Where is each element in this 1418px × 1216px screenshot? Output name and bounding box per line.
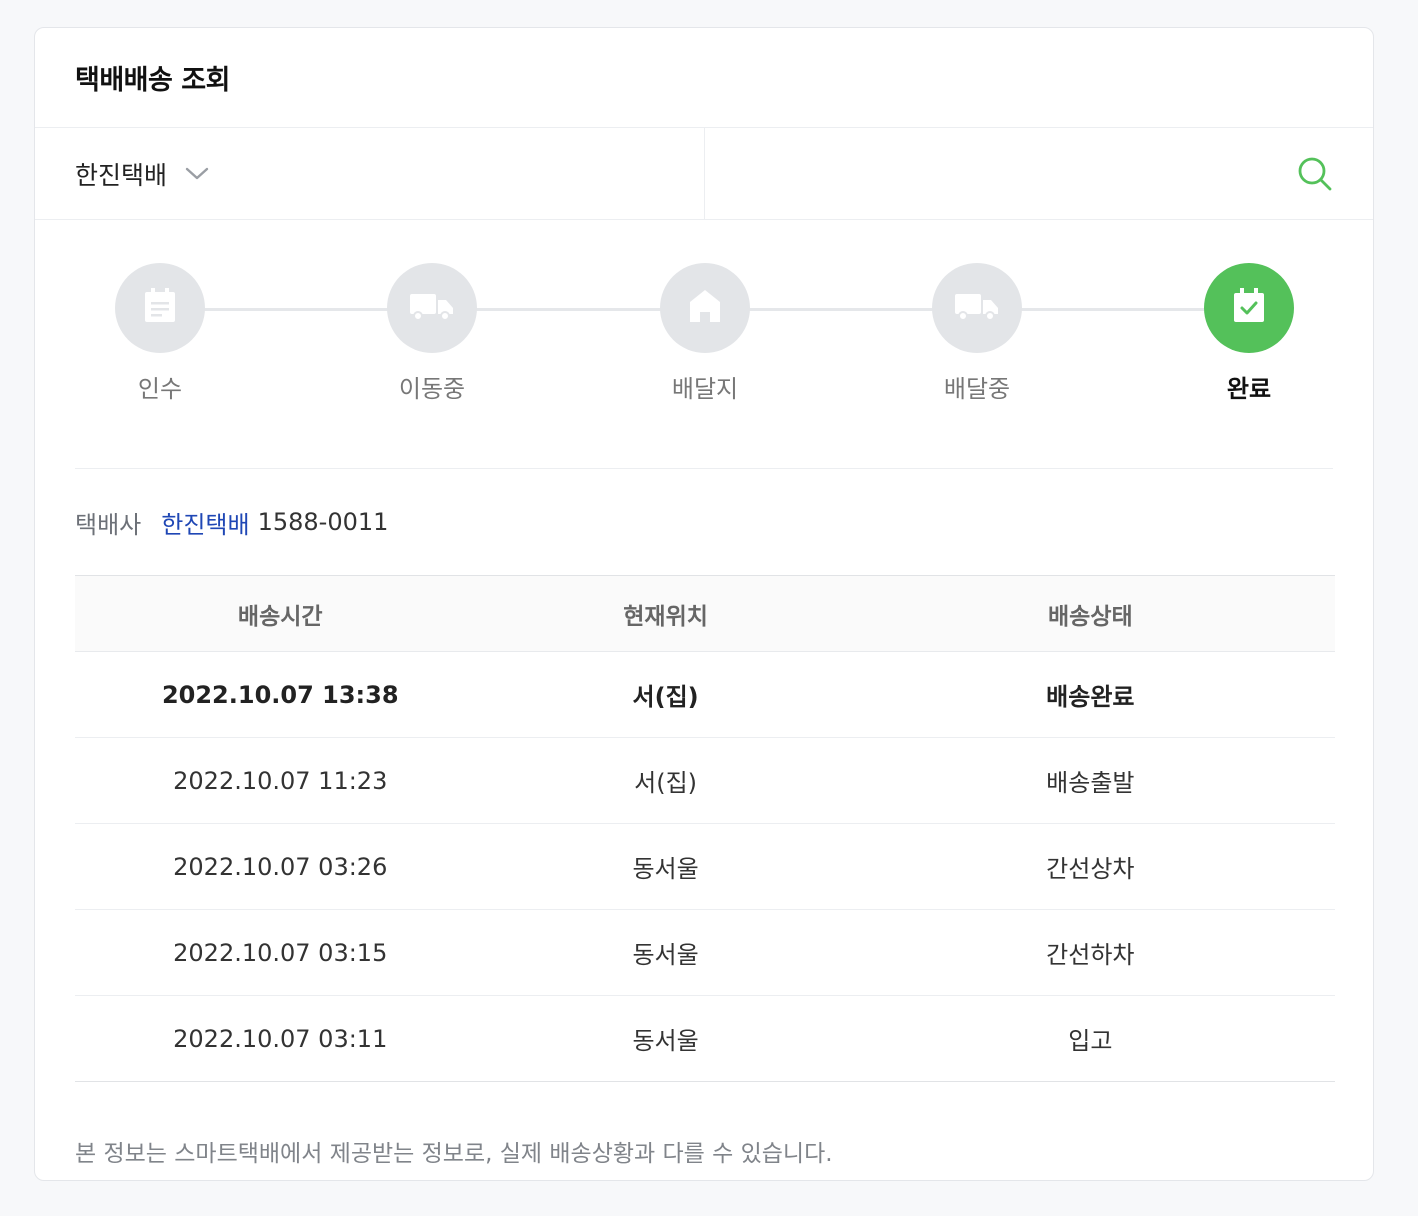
disclaimer-notice: 본 정보는 스마트택배에서 제공받는 정보로, 실제 배송상황과 다를 수 있습… xyxy=(75,1141,833,1167)
step-circle xyxy=(115,263,205,353)
truck-icon xyxy=(410,290,454,326)
cell-status: 간선하차 xyxy=(845,909,1335,996)
table-row: 2022.10.07 03:11 동서울 입고 xyxy=(75,996,1335,1082)
courier-info: 택배사 한진택배 1588-0011 xyxy=(75,469,1333,575)
calendar-check-icon xyxy=(1232,288,1266,328)
step-in-transit: 이동중 xyxy=(347,263,517,404)
search-row: 한진택배 xyxy=(35,128,1373,220)
carrier-dropdown[interactable]: 한진택배 xyxy=(35,128,705,219)
step-label: 인수 xyxy=(137,375,183,403)
column-header-location: 현재위치 xyxy=(485,575,846,652)
step-circle xyxy=(932,263,1022,353)
cell-time: 2022.10.07 13:38 xyxy=(75,651,486,738)
tracking-card: 택배배송 조회 한진택배 인수 이동중 배달지 배달중 완료 택배사 한진택배 … xyxy=(34,27,1374,1181)
courier-name-link[interactable]: 한진택배 xyxy=(161,505,249,540)
cell-location: 서(집) xyxy=(485,651,846,738)
step-received: 인수 xyxy=(75,263,245,404)
tracking-search-box xyxy=(705,128,1373,219)
cell-status: 간선상차 xyxy=(845,823,1335,910)
table-header-row: 배송시간 현재위치 배송상태 xyxy=(75,575,1335,652)
column-header-time: 배송시간 xyxy=(75,575,486,652)
cell-status: 배송출발 xyxy=(845,737,1335,824)
cell-time: 2022.10.07 03:15 xyxy=(75,909,486,996)
card-header: 택배배송 조회 xyxy=(35,28,1373,128)
table-row: 2022.10.07 11:23 서(집) 배송출발 xyxy=(75,737,1335,824)
delivery-progress-steps: 인수 이동중 배달지 배달중 완료 xyxy=(75,220,1333,469)
chevron-down-icon xyxy=(185,167,209,181)
table-row: 2022.10.07 03:15 동서울 간선하차 xyxy=(75,909,1335,996)
cell-time: 2022.10.07 03:26 xyxy=(75,823,486,910)
step-circle xyxy=(1204,263,1294,353)
column-header-status: 배송상태 xyxy=(845,575,1335,652)
step-out-for-delivery: 배달중 xyxy=(892,263,1062,404)
cell-location: 동서울 xyxy=(632,1027,699,1055)
cell-status: 배송완료 xyxy=(845,651,1335,738)
search-icon[interactable] xyxy=(1297,156,1333,192)
step-destination: 배달지 xyxy=(620,263,790,404)
step-label: 완료 xyxy=(1226,375,1272,403)
courier-phone: 1588-0011 xyxy=(257,508,389,536)
courier-label: 택배사 xyxy=(75,510,142,539)
house-icon xyxy=(688,288,722,328)
tracking-number-input[interactable] xyxy=(735,158,1297,189)
step-circle xyxy=(660,263,750,353)
table-row: 2022.10.07 13:38 서(집) 배송완료 xyxy=(75,651,1335,738)
cell-location: 서(집) xyxy=(485,737,846,824)
step-label: 배달지 xyxy=(671,375,739,403)
cell-location: 동서울 xyxy=(485,823,846,910)
step-label: 배달중 xyxy=(943,375,1011,403)
cell-time: 2022.10.07 11:23 xyxy=(75,737,486,824)
step-label: 이동중 xyxy=(398,375,466,403)
cell-time: 2022.10.07 03:11 xyxy=(173,1024,388,1053)
cell-location: 동서울 xyxy=(485,909,846,996)
table-row: 2022.10.07 03:26 동서울 간선상차 xyxy=(75,823,1335,910)
step-completed: 완료 xyxy=(1164,263,1334,404)
tracking-history-table: 배송시간 현재위치 배송상태 2022.10.07 13:38 서(집) 배송완… xyxy=(75,575,1335,1082)
cell-status: 입고 xyxy=(1068,1027,1113,1055)
page-title: 택배배송 조회 xyxy=(75,65,230,96)
receipt-icon xyxy=(143,288,177,328)
truck-icon xyxy=(955,290,999,326)
step-circle xyxy=(387,263,477,353)
carrier-selected-value: 한진택배 xyxy=(75,160,168,190)
